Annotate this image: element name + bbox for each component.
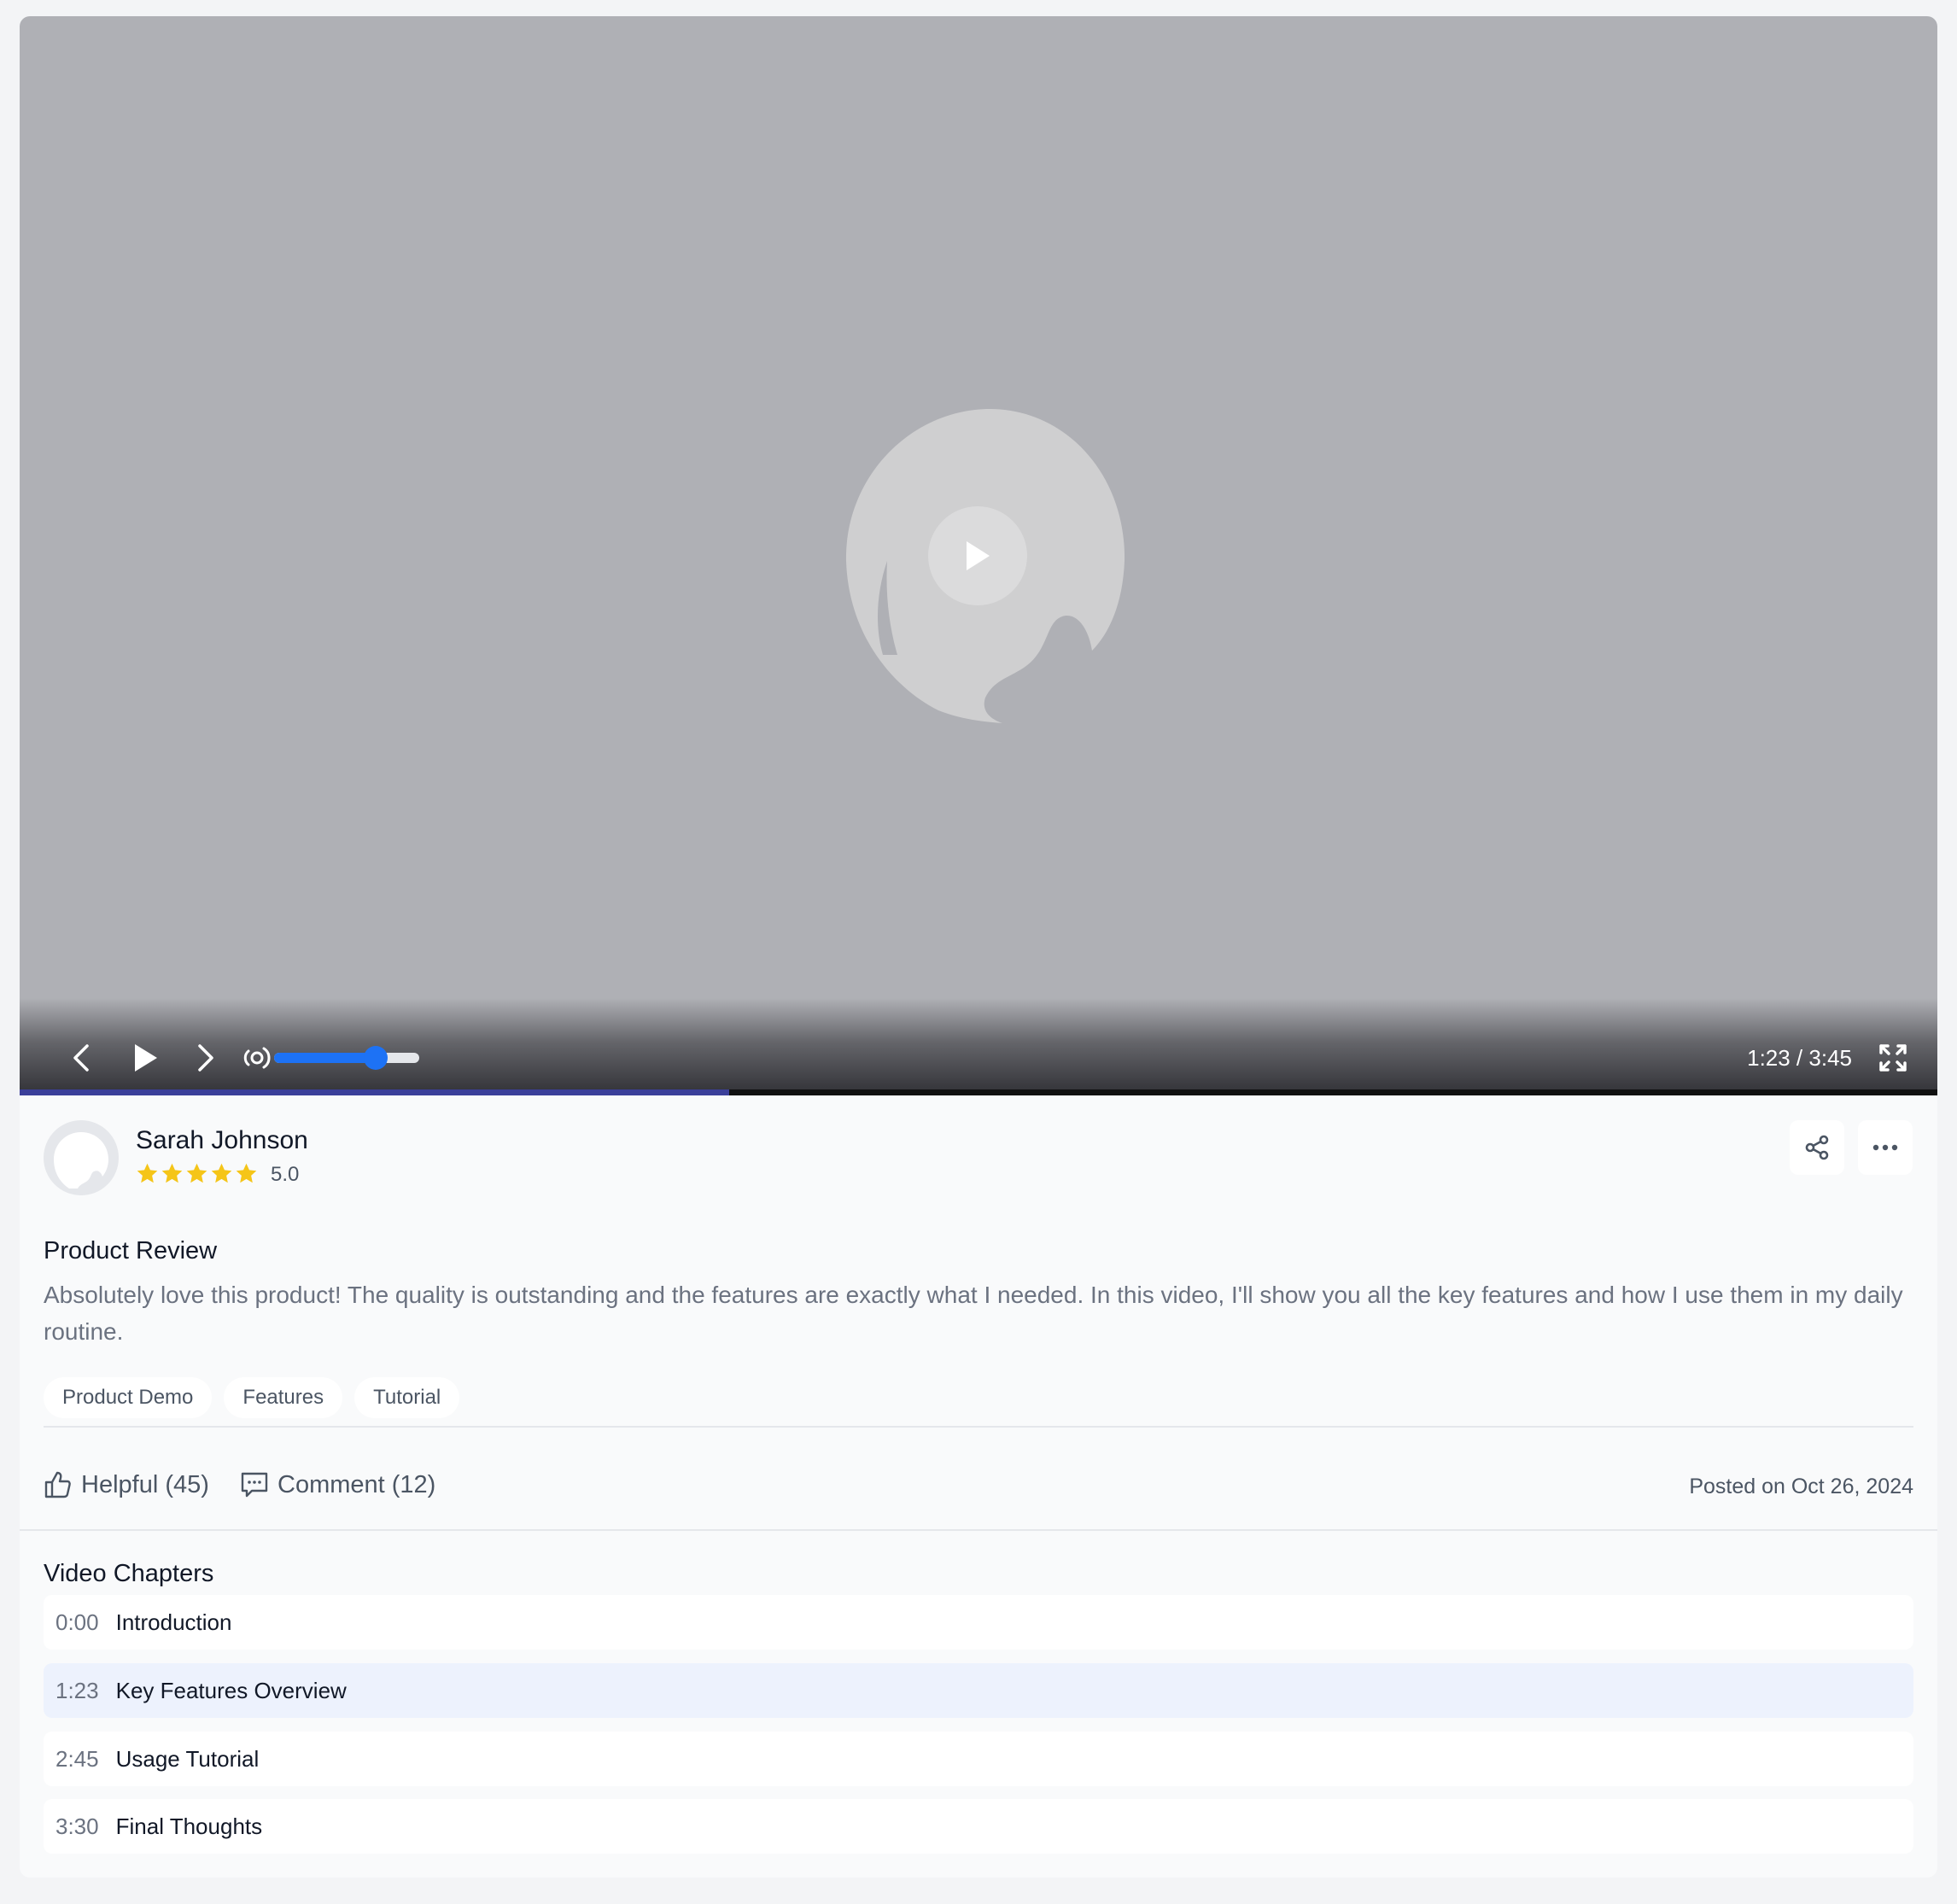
star-icon [186, 1163, 207, 1183]
author-name[interactable]: Sarah Johnson [136, 1124, 308, 1157]
playback-progress-fill [20, 1089, 730, 1095]
share-button[interactable] [1790, 1120, 1844, 1175]
volume-icon [243, 1047, 271, 1069]
next-button[interactable] [187, 1039, 225, 1077]
chapter-title: Final Thoughts [115, 1813, 263, 1839]
comment-label: Comment (12) [277, 1471, 436, 1498]
more-options-button[interactable] [1858, 1120, 1913, 1175]
review-body: Absolutely love this product! The qualit… [44, 1282, 1903, 1345]
star-icon [137, 1163, 158, 1183]
tag-product-demo[interactable]: Product Demo [44, 1377, 213, 1418]
chapter-item[interactable]: 0:00 Introduction [44, 1595, 1913, 1650]
review-title: Product Review [44, 1237, 218, 1264]
video-player[interactable]: 1:23 / 3:45 [20, 16, 1937, 1095]
comment-icon [241, 1472, 268, 1498]
play-icon [135, 1044, 157, 1072]
star-icon [211, 1163, 232, 1183]
chapter-title: Key Features Overview [115, 1677, 347, 1703]
chapter-time: 1:23 [55, 1677, 99, 1703]
avatar [44, 1120, 119, 1195]
chapter-time: 3:30 [55, 1813, 99, 1839]
chevron-left-icon [73, 1044, 89, 1072]
fullscreen-icon [1879, 1044, 1907, 1072]
chevron-right-icon [198, 1044, 213, 1072]
review-card: 1:23 / 3:45 Sarah Johnson 5.0 Product Re… [20, 16, 1937, 1878]
time-display: 1:23 / 3:45 [1747, 1045, 1852, 1071]
volume-slider[interactable] [274, 1046, 419, 1070]
divider [44, 1426, 1913, 1428]
chapter-item[interactable]: 3:30 Final Thoughts [44, 1799, 1913, 1854]
star-icon [236, 1163, 257, 1183]
tag-list: Product Demo Features Tutorial [44, 1377, 460, 1418]
playback-progress-bar[interactable] [20, 1089, 1937, 1095]
avatar-placeholder-icon [54, 1132, 108, 1189]
center-play-button[interactable] [928, 506, 1027, 605]
share-icon [1805, 1135, 1829, 1160]
comment-button[interactable]: Comment (12) [240, 1469, 435, 1500]
play-button[interactable] [126, 1037, 166, 1078]
more-horizontal-icon [1872, 1144, 1898, 1151]
thumbs-up-icon [44, 1471, 71, 1498]
rating-value: 5.0 [271, 1163, 300, 1186]
star-rating [136, 1162, 258, 1185]
volume-slider-fill [274, 1053, 376, 1063]
chapter-item[interactable]: 2:45 Usage Tutorial [44, 1732, 1913, 1786]
helpful-button[interactable]: Helpful (45) [44, 1469, 209, 1500]
chapter-time: 2:45 [55, 1745, 99, 1772]
volume-button[interactable] [240, 1041, 274, 1075]
section-divider [20, 1529, 1937, 1531]
chapter-title: Introduction [115, 1609, 232, 1635]
previous-button[interactable] [62, 1039, 100, 1077]
star-icon [161, 1163, 183, 1183]
helpful-label: Helpful (45) [81, 1471, 209, 1498]
tag-tutorial[interactable]: Tutorial [354, 1377, 460, 1418]
chapter-title: Usage Tutorial [115, 1745, 260, 1772]
fullscreen-button[interactable] [1876, 1041, 1910, 1075]
tag-features[interactable]: Features [224, 1377, 343, 1418]
play-icon [967, 541, 990, 570]
volume-slider-thumb[interactable] [364, 1046, 388, 1070]
chapter-time: 0:00 [55, 1609, 99, 1635]
chapters-title: Video Chapters [44, 1560, 214, 1587]
chapter-item-active[interactable]: 1:23 Key Features Overview [44, 1663, 1913, 1718]
video-controls: 1:23 / 3:45 [20, 998, 1937, 1095]
posted-date: Posted on Oct 26, 2024 [1689, 1475, 1913, 1498]
